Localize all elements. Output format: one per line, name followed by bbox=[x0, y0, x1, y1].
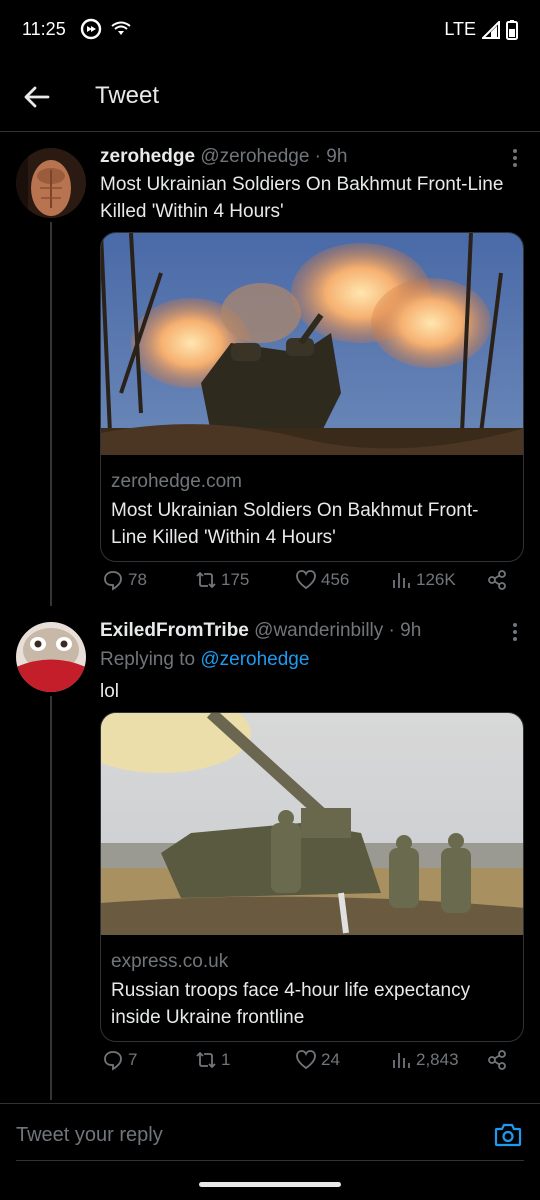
top-app-bar: Tweet bbox=[0, 60, 540, 132]
retweet-count: 175 bbox=[221, 570, 250, 589]
tweet-text: lol bbox=[100, 681, 120, 702]
view-count: 2,843 bbox=[416, 1050, 459, 1069]
link-card[interactable]: zerohedge.com Most Ukrainian Soldiers On… bbox=[100, 232, 524, 562]
share-action[interactable] bbox=[486, 569, 508, 591]
hotspot-icon bbox=[111, 21, 131, 35]
signal-icon bbox=[482, 20, 500, 39]
retweet-icon bbox=[196, 1052, 216, 1068]
card-image-artillery bbox=[101, 233, 523, 455]
page-title: Tweet bbox=[95, 82, 160, 109]
heart-icon bbox=[296, 1050, 316, 1070]
reply-icon bbox=[104, 571, 122, 591]
network-type: LTE bbox=[444, 19, 476, 39]
thread-line bbox=[50, 696, 52, 1100]
card-title: Most Ukrainian Soldiers On Bakhmut Front… bbox=[111, 500, 479, 548]
tweet-actions: 7 1 24 2,843 bbox=[100, 1049, 520, 1073]
retweet-count: 1 bbox=[221, 1050, 231, 1069]
link-card[interactable]: express.co.uk Russian troops face 4-hour… bbox=[100, 712, 524, 1042]
like-action[interactable]: 456 bbox=[295, 569, 349, 591]
reply-action[interactable]: 78 bbox=[102, 569, 147, 591]
views-action[interactable]: 126K bbox=[390, 569, 456, 591]
handle-time: @wanderinbilly · 9h bbox=[254, 620, 422, 641]
card-image-howitzer bbox=[101, 713, 523, 935]
more-options-icon[interactable] bbox=[512, 148, 518, 168]
retweet-action[interactable]: 1 bbox=[195, 1049, 230, 1071]
reply-divider bbox=[16, 1160, 524, 1161]
back-arrow-icon[interactable] bbox=[22, 82, 52, 112]
tweet-text: Most Ukrainian Soldiers On Bakhmut Front… bbox=[100, 174, 504, 222]
retweet-icon bbox=[196, 572, 216, 588]
views-chart-icon bbox=[393, 1053, 410, 1068]
tweet-header: zerohedge @zerohedge · 9h bbox=[100, 146, 347, 168]
replying-to: Replying to @zerohedge bbox=[100, 649, 309, 671]
like-action[interactable]: 24 bbox=[295, 1049, 340, 1071]
heart-icon bbox=[296, 570, 316, 590]
share-icon bbox=[488, 570, 506, 590]
replying-to-label: Replying to bbox=[100, 649, 196, 670]
views-action[interactable]: 2,843 bbox=[390, 1049, 459, 1071]
reply-composer[interactable]: Tweet your reply bbox=[0, 1103, 540, 1163]
view-count: 126K bbox=[416, 570, 456, 589]
status-bar: 11:25 LTE bbox=[0, 0, 540, 60]
mention-link[interactable]: @zerohedge bbox=[200, 649, 309, 670]
display-name[interactable]: ExiledFromTribe bbox=[100, 620, 249, 641]
handle-time: @zerohedge · 9h bbox=[200, 146, 348, 167]
views-chart-icon bbox=[393, 573, 410, 588]
like-count: 24 bbox=[321, 1050, 340, 1069]
battery-icon bbox=[506, 19, 518, 40]
like-count: 456 bbox=[321, 570, 350, 589]
reply-icon bbox=[104, 1051, 122, 1071]
avatar[interactable] bbox=[16, 622, 86, 692]
status-right: LTE bbox=[444, 19, 518, 40]
card-title: Russian troops face 4-hour life expectan… bbox=[111, 980, 471, 1028]
card-domain: express.co.uk bbox=[111, 951, 229, 972]
reply-action[interactable]: 7 bbox=[102, 1049, 137, 1071]
display-name[interactable]: zerohedge bbox=[100, 146, 195, 167]
tweet-header: ExiledFromTribe @wanderinbilly · 9h bbox=[100, 620, 421, 642]
reply-count: 7 bbox=[128, 1050, 138, 1069]
card-domain: zerohedge.com bbox=[111, 471, 242, 492]
thread-line bbox=[50, 222, 52, 606]
tweet-actions: 78 175 456 126K bbox=[100, 569, 520, 593]
home-indicator[interactable] bbox=[199, 1182, 341, 1187]
reply-input[interactable]: Tweet your reply bbox=[16, 1124, 163, 1147]
share-action[interactable] bbox=[486, 1049, 508, 1071]
camera-icon[interactable] bbox=[494, 1122, 522, 1148]
app-notification-icon bbox=[80, 18, 102, 40]
share-icon bbox=[488, 1050, 506, 1070]
status-time: 11:25 bbox=[22, 19, 66, 39]
reply-count: 78 bbox=[128, 570, 147, 589]
retweet-action[interactable]: 175 bbox=[195, 569, 249, 591]
avatar[interactable] bbox=[16, 148, 86, 218]
status-icons-left bbox=[80, 18, 132, 40]
more-options-icon[interactable] bbox=[512, 622, 518, 642]
